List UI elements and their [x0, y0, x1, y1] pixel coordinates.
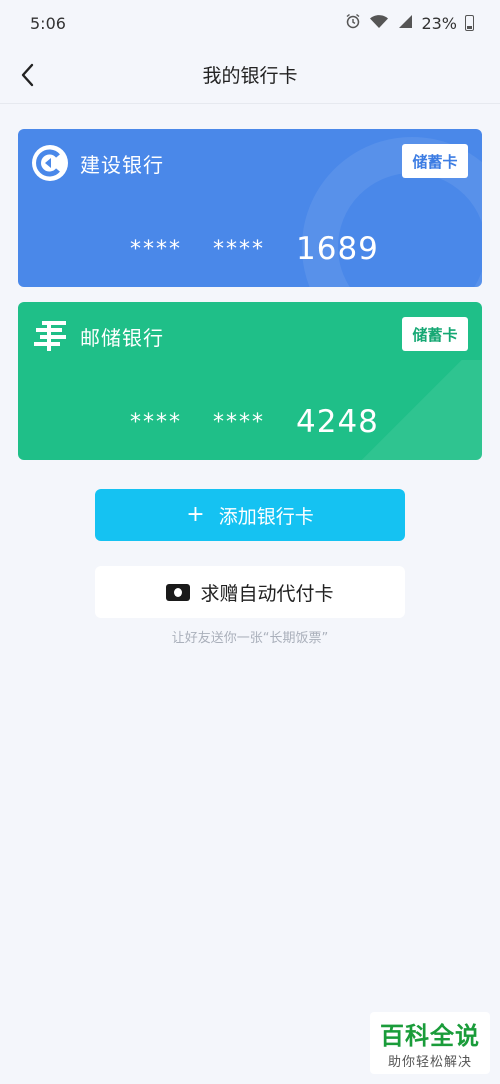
- gift-card-hint: 让好友送你一张“长期饭票”: [171, 631, 329, 646]
- watermark-title: 百科全说: [380, 1022, 480, 1050]
- signal-icon: [397, 14, 413, 33]
- card-last-digits: 1689: [296, 231, 379, 267]
- nav-bar: 我的银行卡: [0, 46, 500, 104]
- add-bank-card-label: 添加银行卡: [218, 505, 314, 528]
- card-last-digits: 4248: [296, 404, 379, 440]
- add-bank-card-button[interactable]: + 添加银行卡: [95, 489, 405, 541]
- card-number-mask: ****: [130, 410, 182, 435]
- request-gift-card-button[interactable]: 求赠自动代付卡: [95, 566, 405, 618]
- card-type-badge: 储蓄卡: [402, 317, 468, 351]
- bank-name: 建设银行: [80, 153, 164, 177]
- status-bar: 5:06 23%: [0, 0, 500, 46]
- page-title: 我的银行卡: [202, 65, 298, 87]
- card-number-mask: ****: [213, 410, 265, 435]
- status-icons: 23%: [345, 13, 474, 33]
- ticket-icon: [166, 583, 191, 601]
- bank-card-psbc[interactable]: 邮储银行 储蓄卡 **** **** 4248: [18, 302, 482, 460]
- psbc-logo-icon: [30, 316, 70, 356]
- wifi-icon: [369, 14, 389, 33]
- request-gift-card-label: 求赠自动代付卡: [200, 582, 334, 605]
- plus-icon: +: [186, 502, 205, 527]
- watermark-subtitle: 助你轻松解决: [387, 1055, 472, 1070]
- bank-name: 邮储银行: [80, 326, 164, 350]
- battery-percent: 23%: [421, 13, 457, 33]
- bank-card-ccb[interactable]: 建设银行 储蓄卡 **** **** 1689: [18, 129, 482, 287]
- back-arrow-icon[interactable]: [8, 55, 48, 95]
- card-type-badge: 储蓄卡: [402, 144, 468, 178]
- status-time: 5:06: [30, 13, 66, 33]
- ccb-logo-icon: [30, 143, 70, 183]
- card-number-mask: ****: [130, 237, 182, 262]
- battery-icon: [465, 15, 474, 31]
- site-watermark: 百科全说 助你轻松解决: [370, 1012, 490, 1074]
- card-number-mask: ****: [213, 237, 265, 262]
- alarm-icon: [345, 13, 361, 33]
